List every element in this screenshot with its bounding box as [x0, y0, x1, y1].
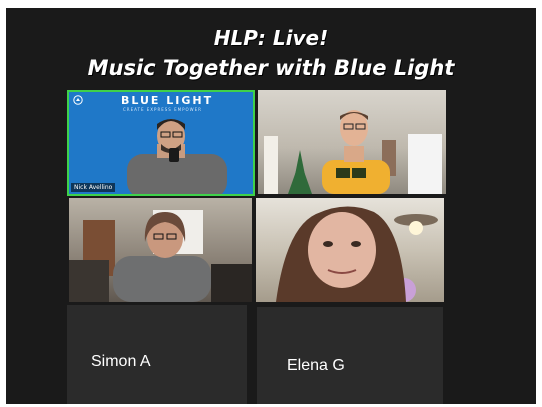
participant-video — [264, 110, 442, 194]
participant-name-tag: Nick Avellino — [71, 183, 116, 192]
participant-video — [127, 119, 227, 194]
participant-tile-video-4[interactable] — [256, 198, 444, 302]
video-call-frame: HLP: Live! Music Together with Blue Ligh… — [6, 8, 536, 404]
page-title-line-1: HLP: Live! — [213, 26, 329, 50]
participant-tile-elena-g[interactable]: Elena G — [257, 307, 443, 404]
participant-name-label: Simon A — [91, 353, 151, 370]
participant-video — [276, 206, 438, 302]
page-title-line-2: Music Together with Blue Light — [87, 56, 455, 80]
participant-tile-video-2[interactable] — [258, 90, 446, 194]
participant-name-label: Elena G — [287, 357, 345, 374]
participant-video — [69, 210, 252, 302]
participant-tile-simon-a[interactable]: Simon A — [67, 305, 247, 404]
participant-tile-video-3[interactable] — [69, 198, 252, 302]
participant-tile-nick-avellino[interactable]: BLUE LIGHT CREATE EXPRESS EMPOWER Nick A… — [67, 90, 255, 196]
